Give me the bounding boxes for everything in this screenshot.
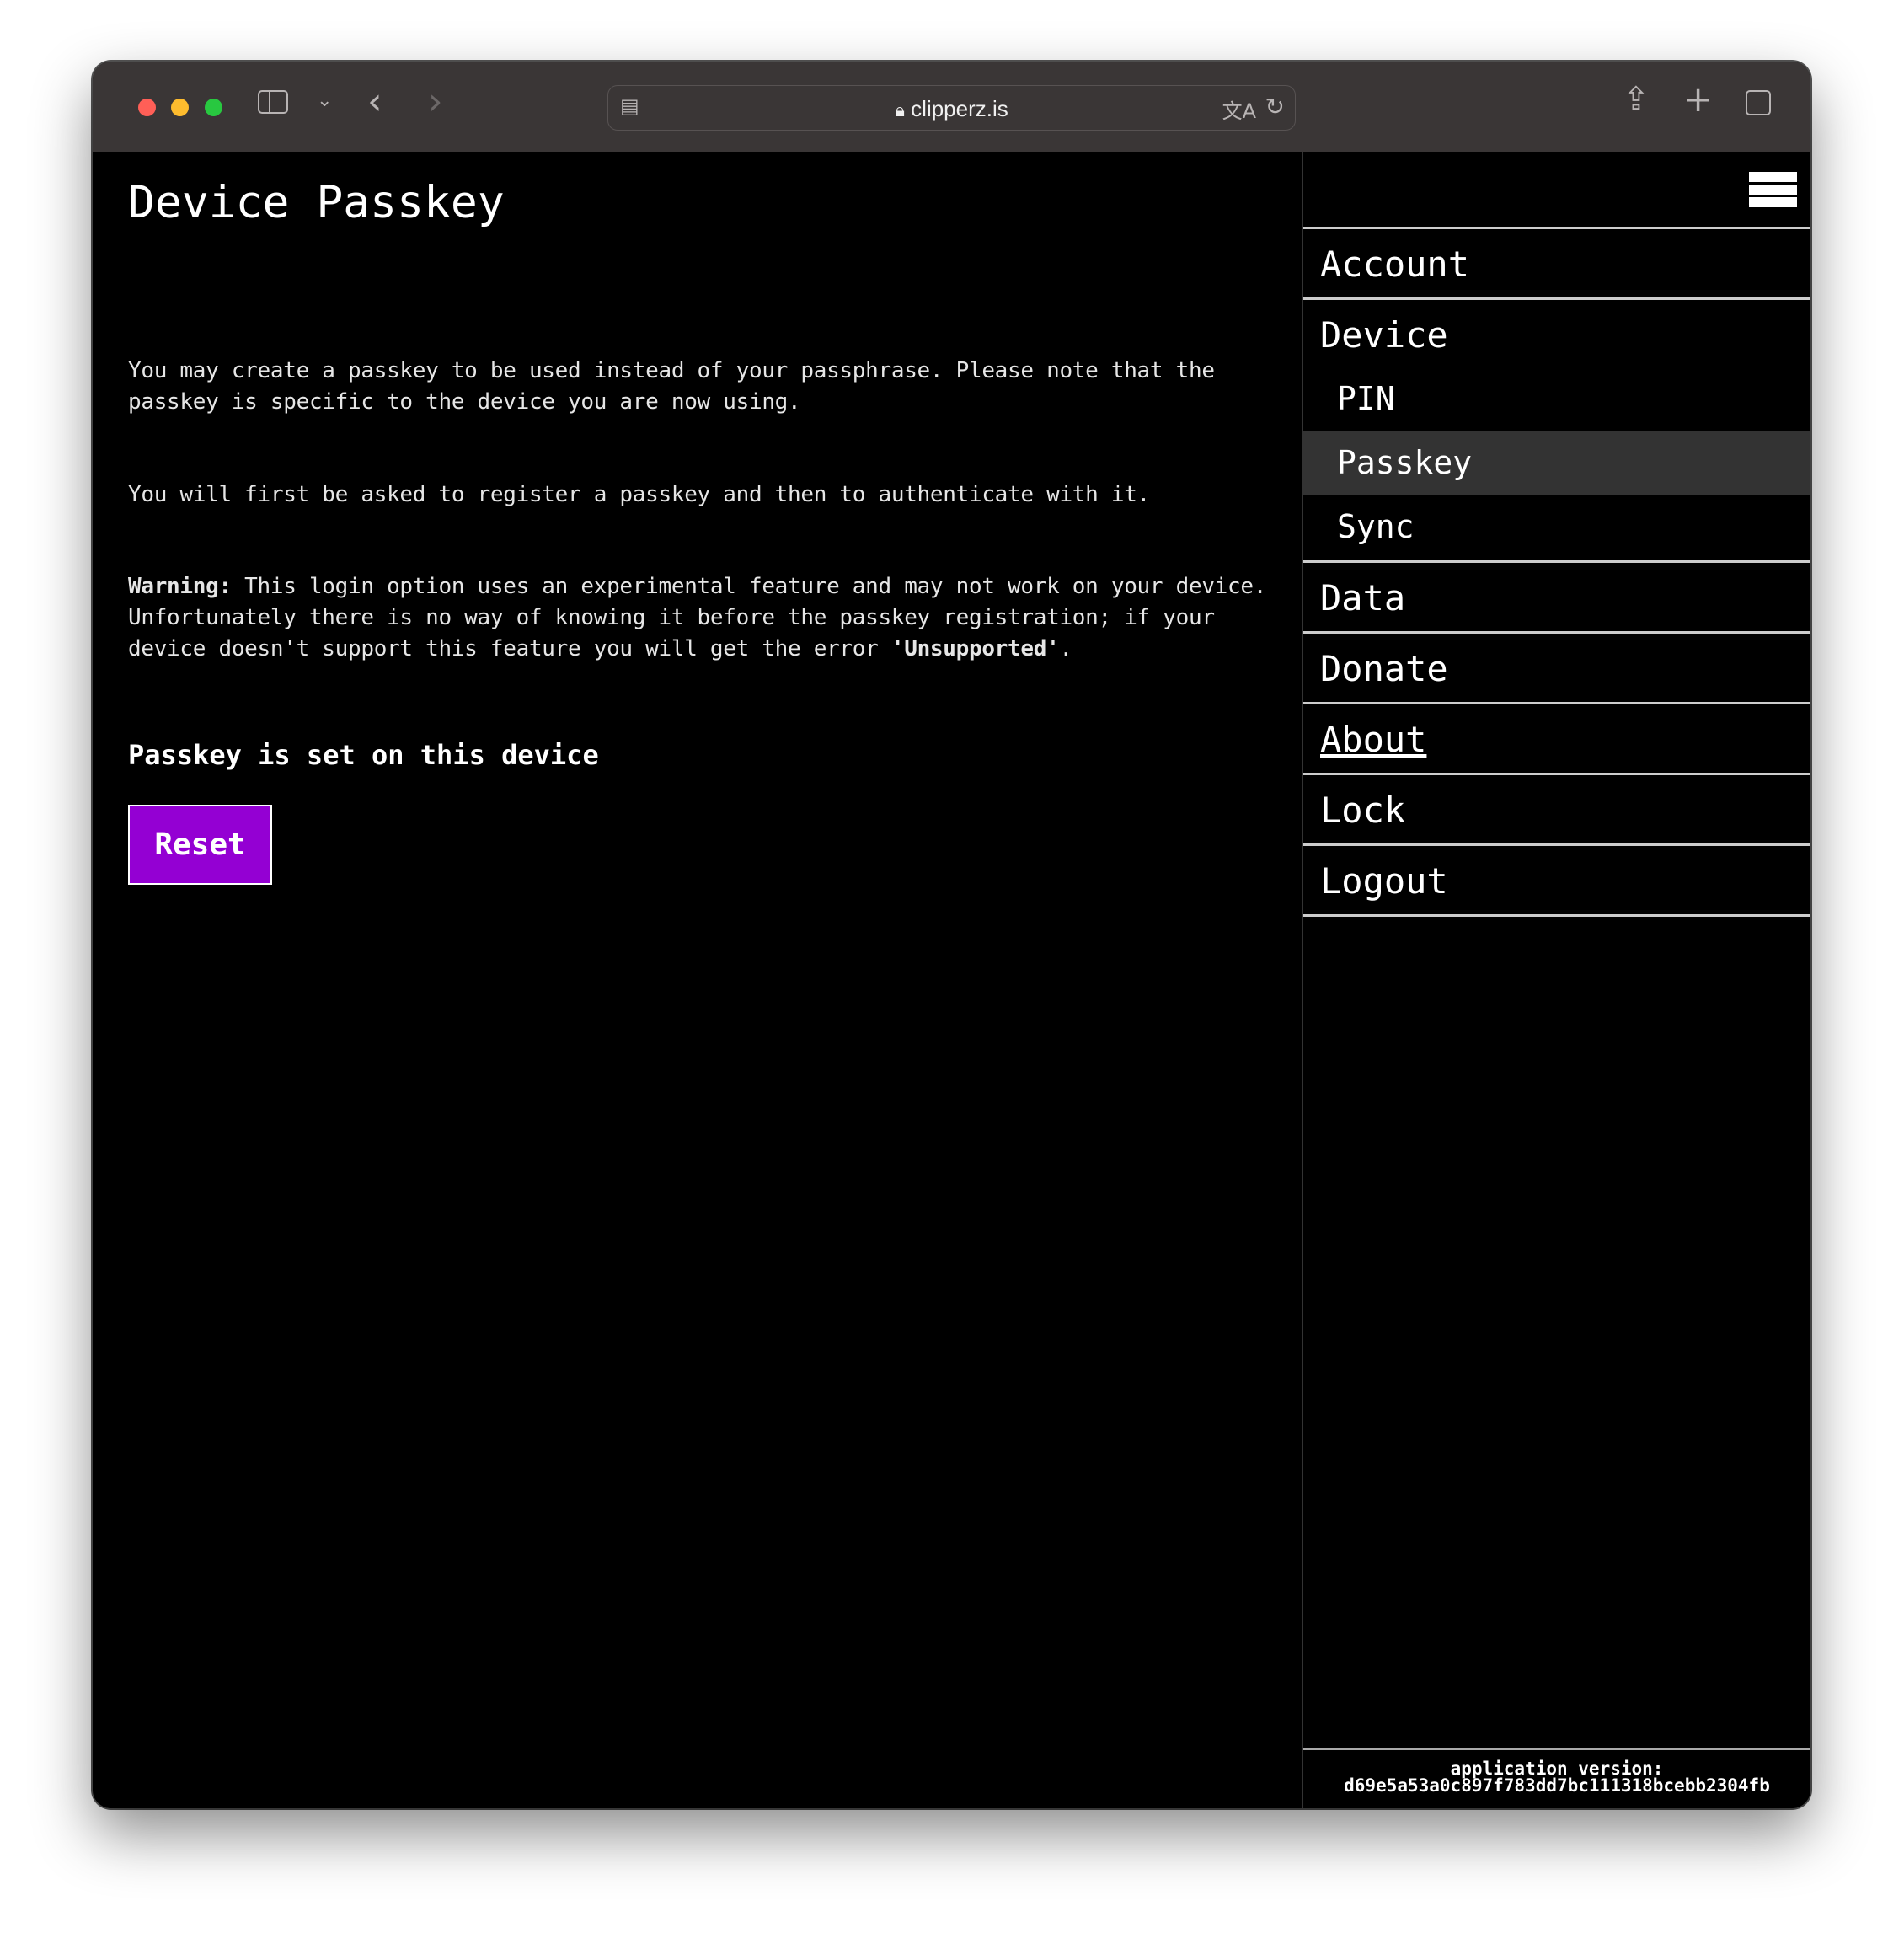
sidebar-item-lock[interactable]: Lock bbox=[1303, 773, 1810, 843]
sidebar-item-donate[interactable]: Donate bbox=[1303, 631, 1810, 702]
reload-icon[interactable]: ↻ bbox=[1265, 93, 1285, 120]
main-content: Device Passkey You may create a passkey … bbox=[93, 152, 1302, 1808]
chevron-down-icon[interactable]: ⌄ bbox=[317, 90, 332, 111]
sidebar-item-about[interactable]: About bbox=[1303, 702, 1810, 773]
tabs-overview-icon[interactable] bbox=[1746, 90, 1771, 115]
sidebar-item-account[interactable]: Account bbox=[1303, 227, 1810, 297]
sidebar-subitem-passkey[interactable]: Passkey bbox=[1303, 431, 1810, 495]
share-icon[interactable]: ⇪ bbox=[1623, 80, 1650, 117]
translate-icon[interactable]: 文A bbox=[1222, 94, 1256, 124]
page-title: Device Passkey bbox=[128, 177, 505, 228]
reset-button[interactable]: Reset bbox=[128, 805, 272, 885]
app-version-footer: application version: d69e5a53a0c897f783d… bbox=[1303, 1748, 1810, 1808]
sidebar-subitem-sync[interactable]: Sync bbox=[1303, 495, 1810, 559]
version-hash: d69e5a53a0c897f783dd7bc111318bcebb2304fb bbox=[1344, 1775, 1770, 1796]
address-bar[interactable]: ▤ 🔒︎ clipperz.is 文A ↻ bbox=[607, 85, 1296, 131]
browser-toolbar: ⌄ ‹ › ▤ 🔒︎ clipperz.is 文A ↻ ⇪ + bbox=[93, 62, 1810, 152]
sidebar-icon[interactable] bbox=[258, 90, 288, 114]
warning-end: . bbox=[1059, 636, 1072, 661]
sidebar-item-device[interactable]: Device bbox=[1303, 297, 1810, 368]
version-label: application version: bbox=[1450, 1759, 1664, 1779]
url-text: 🔒︎ clipperz.is bbox=[608, 96, 1295, 122]
new-tab-icon[interactable]: + bbox=[1683, 78, 1713, 120]
close-window-button[interactable] bbox=[138, 99, 156, 116]
url: clipperz.is bbox=[911, 96, 1008, 121]
warning-paragraph: Warning: This login option uses an exper… bbox=[128, 571, 1291, 665]
lock-icon: 🔒︎ bbox=[895, 99, 905, 120]
intro-paragraph: You may create a passkey to be used inst… bbox=[128, 358, 1215, 415]
passkey-status: Passkey is set on this device bbox=[128, 739, 599, 771]
register-paragraph: You will first be asked to register a pa… bbox=[128, 482, 1150, 507]
hamburger-menu-icon[interactable] bbox=[1749, 172, 1797, 209]
browser-window: ⌄ ‹ › ▤ 🔒︎ clipperz.is 文A ↻ ⇪ + Device P… bbox=[93, 62, 1810, 1808]
back-icon[interactable]: ‹ bbox=[367, 80, 382, 123]
forward-icon[interactable]: › bbox=[428, 80, 443, 123]
sidebar-item-logout[interactable]: Logout bbox=[1303, 843, 1810, 917]
warning-error: 'Unsupported' bbox=[890, 636, 1060, 661]
sidebar-item-data[interactable]: Data bbox=[1303, 560, 1810, 631]
sidebar: Account Device PIN Passkey Sync Data Don… bbox=[1302, 152, 1810, 1808]
zoom-window-button[interactable] bbox=[205, 99, 222, 116]
warning-text: This login option uses an experimental f… bbox=[128, 574, 1267, 661]
warning-label: Warning: bbox=[128, 574, 232, 599]
minimize-window-button[interactable] bbox=[171, 99, 189, 116]
sidebar-subitem-pin[interactable]: PIN bbox=[1303, 367, 1810, 431]
